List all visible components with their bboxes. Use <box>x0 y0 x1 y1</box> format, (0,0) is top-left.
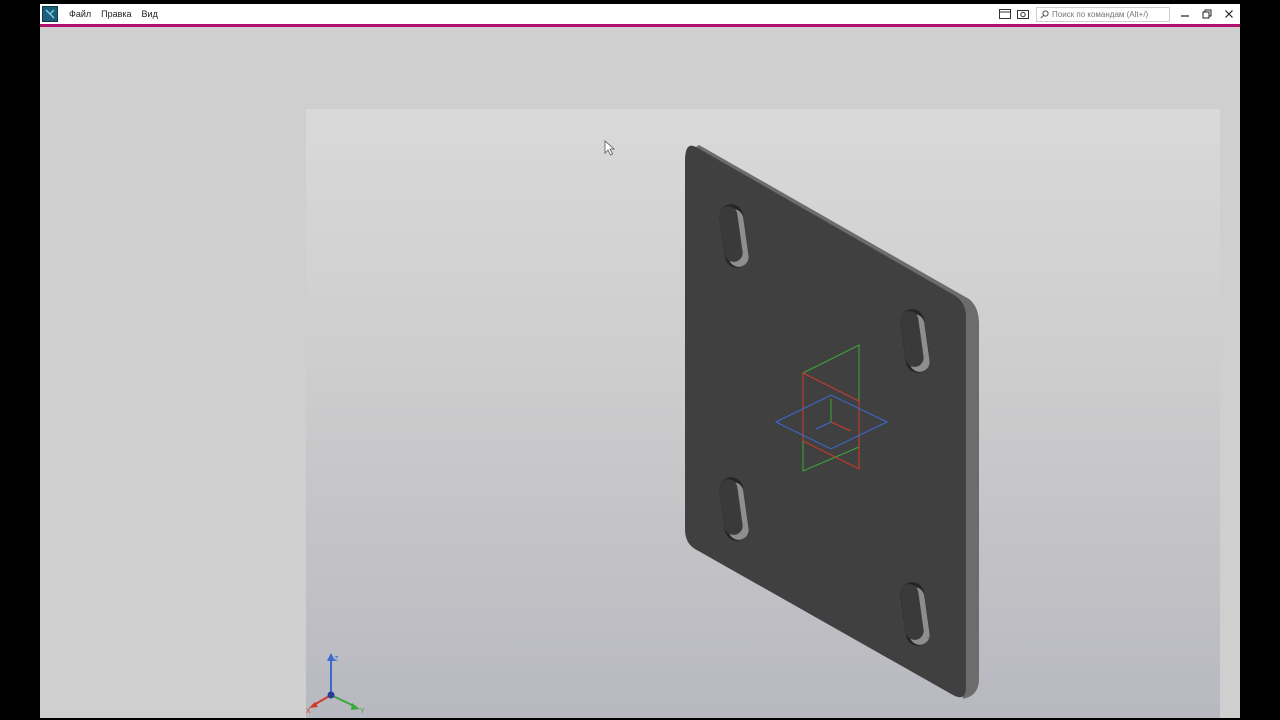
search-icon <box>1040 9 1049 19</box>
3d-viewport[interactable]: Z X Y <box>306 109 1220 718</box>
axis-x-label: X <box>306 708 311 715</box>
axis-triad-icon[interactable]: Z X Y <box>306 649 370 715</box>
menu-view[interactable]: Вид <box>137 9 163 19</box>
menu-file[interactable]: Файл <box>64 9 96 19</box>
mouse-cursor-icon <box>604 140 616 156</box>
search-input[interactable] <box>1052 9 1167 19</box>
minimize-icon[interactable] <box>1174 4 1196 24</box>
workspace: Z X Y <box>40 27 1240 718</box>
app-window: Файл Правка Вид Поиск по командам (Alt+/… <box>40 4 1240 718</box>
window-layout-icon[interactable] <box>996 4 1014 24</box>
axis-z-label: Z <box>334 656 339 663</box>
title-bar-tools <box>996 4 1240 24</box>
axis-y-label: Y <box>360 708 365 715</box>
app-logo-icon[interactable] <box>42 6 58 22</box>
close-icon[interactable] <box>1218 4 1240 24</box>
camera-icon[interactable] <box>1014 4 1032 24</box>
title-bar: Файл Правка Вид <box>40 4 1240 24</box>
menu-edit[interactable]: Правка <box>96 9 136 19</box>
command-search[interactable] <box>1036 6 1170 22</box>
restore-icon[interactable] <box>1196 4 1218 24</box>
part-model[interactable] <box>306 109 1220 718</box>
main-menu: Файл Правка Вид <box>64 9 163 19</box>
